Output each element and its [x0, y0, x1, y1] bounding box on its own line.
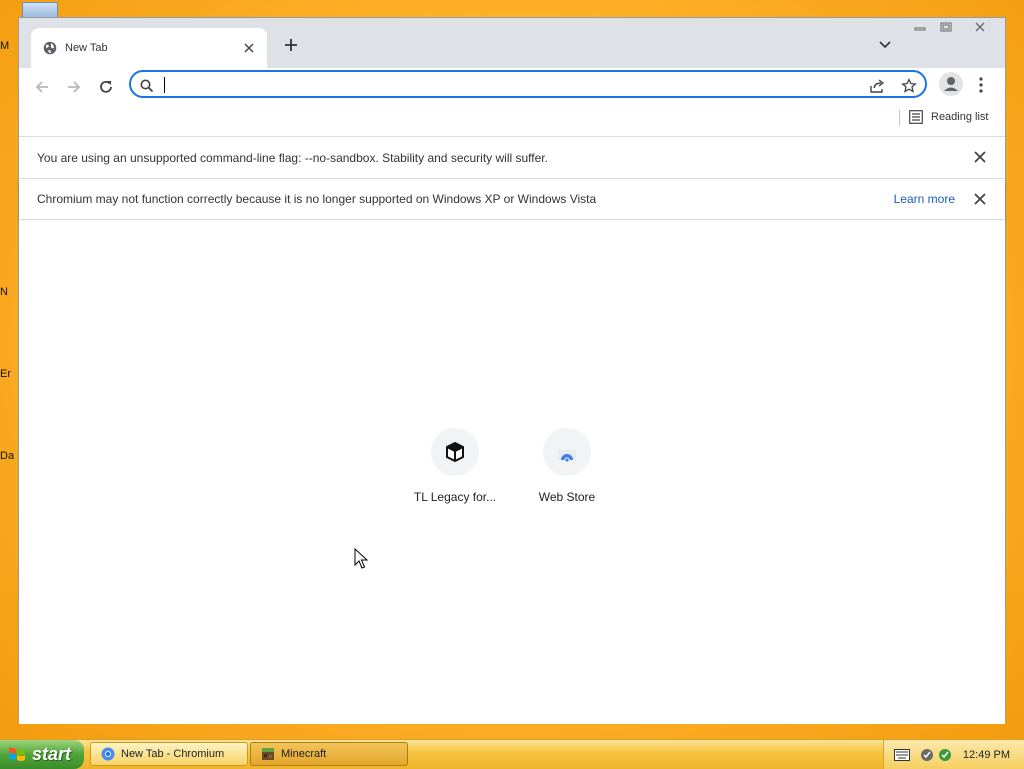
- taskbar-item-label: Minecraft: [281, 748, 327, 760]
- plus-icon: [285, 39, 297, 51]
- reading-list-label: Reading list: [931, 111, 989, 123]
- chromium-icon: [101, 747, 115, 761]
- learn-more-link[interactable]: Learn more: [894, 192, 955, 206]
- reload-icon: [100, 80, 112, 93]
- infobar-unsupported-os: Chromium may not function correctly beca…: [19, 178, 1005, 220]
- keyboard-icon[interactable]: [894, 748, 910, 761]
- minimize-icon: [914, 27, 926, 31]
- close-icon[interactable]: [239, 38, 259, 58]
- system-tray: 12:49 PM: [883, 740, 1024, 769]
- minecraft-icon: [262, 748, 274, 760]
- address-input[interactable]: [163, 76, 847, 96]
- windows-logo-icon: [9, 747, 25, 761]
- infobar-no-sandbox: You are using an unsupported command-lin…: [19, 136, 1005, 178]
- shortcut-tile[interactable]: Web Store: [511, 428, 623, 504]
- chevron-down-icon: [879, 41, 891, 49]
- text-caret: [164, 77, 165, 93]
- menu-button[interactable]: [975, 76, 987, 94]
- toolbar: [19, 68, 1005, 108]
- new-tab-page: TL Legacy for... Web Store: [19, 220, 1005, 724]
- desktop-icon-label[interactable]: Er: [0, 368, 11, 380]
- taskbar-item-minecraft[interactable]: Minecraft: [250, 742, 408, 766]
- cube-icon: [446, 441, 464, 463]
- arrow-left-icon: [35, 81, 48, 93]
- web-store-icon: [558, 450, 576, 463]
- bookmarks-bar: Reading list: [19, 108, 1005, 130]
- reading-list-button[interactable]: Reading list: [909, 110, 988, 124]
- infobar-text: You are using an unsupported command-lin…: [37, 150, 548, 165]
- close-icon[interactable]: [973, 192, 987, 206]
- mouse-cursor-icon: [354, 548, 368, 569]
- desktop-icon-label[interactable]: Da: [0, 450, 14, 462]
- close-icon: [975, 22, 985, 32]
- profile-button[interactable]: [939, 72, 963, 96]
- tab-title: New Tab: [65, 42, 108, 54]
- shortcut-icon-circle: [543, 428, 591, 476]
- shield-icon[interactable]: [920, 748, 934, 762]
- back-button[interactable]: [33, 78, 53, 98]
- desktop-icon-label[interactable]: N: [0, 286, 8, 298]
- reading-list-icon: [909, 110, 923, 124]
- taskbar: start New Tab - Chromium Minecraft 12:49…: [0, 739, 1024, 769]
- person-icon: [944, 77, 958, 91]
- start-button[interactable]: start: [0, 740, 84, 769]
- start-label: start: [32, 744, 72, 764]
- infobar-text: Chromium may not function correctly beca…: [37, 192, 597, 206]
- address-bar[interactable]: [129, 70, 927, 98]
- tab-strip: New Tab: [19, 18, 1005, 68]
- close-icon[interactable]: [973, 150, 987, 164]
- share-icon[interactable]: [869, 78, 885, 94]
- shortcut-label: Web Store: [538, 490, 596, 504]
- search-icon: [140, 79, 154, 93]
- tab-search-button[interactable]: [879, 36, 897, 52]
- taskbar-item-label: New Tab - Chromium: [121, 748, 225, 760]
- minimize-button[interactable]: [909, 19, 931, 35]
- divider: [899, 110, 900, 126]
- shortcut-tile[interactable]: TL Legacy for...: [399, 428, 511, 504]
- star-icon[interactable]: [901, 78, 917, 94]
- clock[interactable]: 12:49 PM: [963, 749, 1010, 761]
- shortcut-icon-circle: [431, 428, 479, 476]
- restore-icon: [940, 22, 952, 32]
- forward-button[interactable]: [65, 78, 85, 98]
- globe-icon: [43, 41, 57, 55]
- network-icon[interactable]: [938, 748, 952, 762]
- shortcut-label: TL Legacy for...: [413, 490, 497, 504]
- browser-window: New Tab Reading list You are using an un…: [18, 17, 1006, 724]
- taskbar-item-chromium[interactable]: New Tab - Chromium: [90, 742, 248, 766]
- close-window-button[interactable]: [969, 19, 991, 35]
- restore-button[interactable]: [935, 19, 957, 35]
- arrow-right-icon: [68, 81, 81, 93]
- more-vert-icon: [979, 77, 983, 93]
- new-tab-button[interactable]: [281, 35, 301, 55]
- reload-button[interactable]: [97, 78, 117, 98]
- tab-new-tab[interactable]: New Tab: [31, 28, 267, 68]
- desktop-icon-label[interactable]: M: [0, 40, 9, 52]
